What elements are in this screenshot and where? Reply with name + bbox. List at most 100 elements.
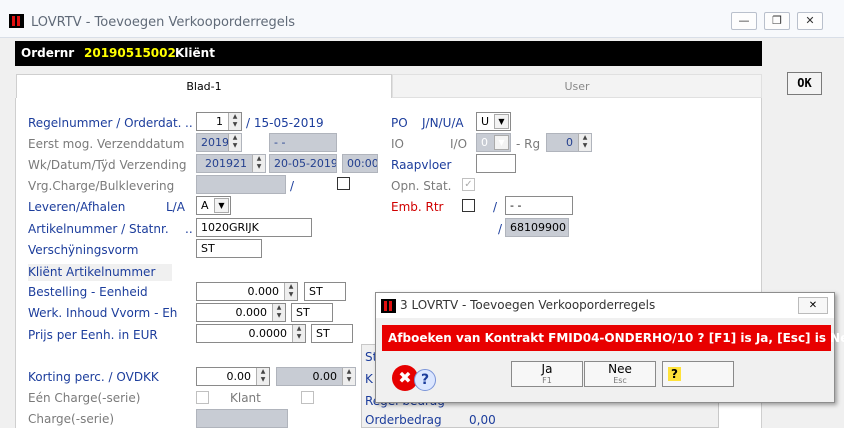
slash: / xyxy=(290,179,295,193)
spinner-arrows-icon[interactable]: ▲ ▼ xyxy=(252,155,265,172)
question-icon: ? xyxy=(414,369,436,391)
wk-week-stepper[interactable]: 201921 ▲ ▼ xyxy=(196,154,266,173)
regelnummer-stepper[interactable]: 1 ▲ ▼ xyxy=(196,112,242,131)
client-label: Kliënt xyxy=(175,46,215,60)
chevron-down-icon[interactable]: ▼ xyxy=(494,114,509,129)
ordernr-label: Ordernr xyxy=(21,46,75,60)
wk-time-field[interactable]: 00:00 xyxy=(342,154,378,173)
io-select: 0 ▼ xyxy=(476,133,511,152)
eerst-week-stepper: 201900 ▲ ▼ xyxy=(196,133,242,152)
dialog-message: Afboeken van Kontrakt FMID04-ONDERHO/10 … xyxy=(382,325,844,351)
app-icon xyxy=(381,299,396,313)
klient-artikel-label: Kliënt Artikelnummer xyxy=(28,264,173,281)
ja-label: Ja xyxy=(541,362,553,376)
wk-date-field[interactable]: 20-05-2019 xyxy=(269,154,337,173)
artikel-input[interactable]: 1020GRIJK xyxy=(196,218,312,237)
tab-user[interactable]: User xyxy=(392,74,762,98)
orderbedrag-value: 0,00 xyxy=(469,413,496,427)
leveren-label: Leveren/Afhalen xyxy=(28,200,126,214)
bestelling-stepper[interactable]: 0.000 ▲ ▼ xyxy=(196,282,298,301)
dots: .. xyxy=(185,116,193,130)
dots: .. xyxy=(185,222,193,236)
een-charge-label: Eén Charge(-serie) xyxy=(28,391,141,405)
prijs-unit-field[interactable]: ST xyxy=(311,324,353,343)
order-info-bar: Ordernr 20190515002 Kliënt xyxy=(15,41,762,66)
ja-shortcut: F1 xyxy=(542,376,552,385)
emb-rtr-checkbox[interactable] xyxy=(462,199,475,212)
emb-rtr-label: Emb. Rtr xyxy=(391,200,444,214)
werk-unit-field[interactable]: ST xyxy=(291,303,333,322)
eerst-date-field: - - xyxy=(269,133,337,152)
spinner-arrows-icon[interactable]: ▲ ▼ xyxy=(228,113,241,130)
werk-stepper[interactable]: 0.000 ▲ ▼ xyxy=(196,303,286,322)
raapvloer-input[interactable] xyxy=(476,154,516,173)
rg-label: - Rg xyxy=(516,137,541,151)
minimize-button[interactable]: — xyxy=(731,12,757,30)
orderbedrag-label: Orderbedrag xyxy=(365,413,442,427)
verschijning-input[interactable]: ST xyxy=(196,239,262,258)
vrg-label: Vrg.Charge/Bulklevering xyxy=(28,179,175,193)
stat-slash: / xyxy=(498,222,503,236)
regelnummer-label: Regelnummer / Orderdat. xyxy=(28,116,182,130)
help-button[interactable]: ? xyxy=(662,361,734,387)
charge-serie-label: Charge(-serie) xyxy=(28,412,115,426)
spinner-arrows-icon[interactable]: ▲ ▼ xyxy=(292,325,305,342)
spinner-arrows-icon[interactable]: ▲ ▼ xyxy=(272,304,285,321)
bestelling-unit-field[interactable]: ST xyxy=(304,282,346,301)
close-button[interactable]: ✕ xyxy=(797,12,823,30)
chevron-down-icon[interactable]: ▼ xyxy=(214,198,229,213)
wk-label: Wk/Datum/Tÿd Verzending xyxy=(28,158,187,172)
ovdkk-stepper: 0.00 ▲ ▼ xyxy=(276,367,356,386)
korting-label: Korting perc. / OVDKK xyxy=(28,370,159,384)
prijs-label: Prijs per Eenh. in EUR xyxy=(28,328,158,342)
opn-stat-checkbox-checkmark-icon: ✓ xyxy=(462,178,475,191)
spinner-arrows-icon[interactable]: ▲ ▼ xyxy=(256,368,269,385)
verschijning-label: Verschÿningsvorm xyxy=(28,243,139,257)
korting-stepper[interactable]: 0.00 ▲ ▼ xyxy=(196,367,270,386)
io-sub-label: I/O xyxy=(450,137,468,151)
bestelling-label: Bestelling - Eenheid xyxy=(28,285,148,299)
spinner-arrows-icon: ▲ ▼ xyxy=(578,134,591,151)
tab-blad-1[interactable]: Blad-1 xyxy=(16,74,392,98)
spinner-arrows-icon: ▲ ▼ xyxy=(342,368,355,385)
bulklevering-checkbox[interactable] xyxy=(337,177,350,190)
po-label: PO xyxy=(391,116,408,130)
rg-stepper: 0 ▲ ▼ xyxy=(546,133,592,152)
confirm-dialog: 3 LOVRTV - Toevoegen Verkooporderregels … xyxy=(375,292,844,403)
eerst-label: Eerst mog. Verzenddatum xyxy=(28,137,185,151)
nee-shortcut: Esc xyxy=(613,376,627,385)
app-icon xyxy=(9,14,24,28)
opn-stat-label: Opn. Stat. xyxy=(391,179,452,193)
spinner-arrows-icon[interactable]: ▲ ▼ xyxy=(284,283,297,300)
orderdatum-value: / 15-05-2019 xyxy=(246,116,324,130)
restore-button[interactable]: ❐ xyxy=(764,12,790,30)
een-charge-checkbox xyxy=(196,391,209,404)
po-sub-label: J/N/U/A xyxy=(422,116,464,130)
raapvloer-label: Raapvloer xyxy=(391,158,452,172)
la-label: L/A xyxy=(166,200,185,214)
leveren-select[interactable]: A ▼ xyxy=(196,196,231,215)
nee-button[interactable]: Nee Esc xyxy=(584,361,656,387)
window-title: LOVRTV - Toevoegen Verkooporderregels xyxy=(31,15,296,30)
ordernr-value: 20190515002 xyxy=(84,46,176,60)
io-label: IO xyxy=(391,137,404,151)
charge-serie-field xyxy=(196,409,288,428)
emb-date-field[interactable]: - - xyxy=(505,196,573,215)
prijs-stepper[interactable]: 0.0000 ▲ ▼ xyxy=(196,324,306,343)
vrg-charge-field xyxy=(196,175,286,194)
dialog-close-button[interactable]: ✕ xyxy=(798,297,828,314)
werk-label: Werk. Inhoud Vvorm - Eh xyxy=(28,306,178,320)
statnr-field: 68109900 xyxy=(505,218,569,237)
klant-label: Klant xyxy=(230,391,261,405)
po-select[interactable]: U ▼ xyxy=(476,112,511,131)
summary-k-label: K xyxy=(365,372,373,386)
spinner-arrows-icon: ▲ ▼ xyxy=(228,134,241,151)
dialog-title: 3 LOVRTV - Toevoegen Verkooporderregels xyxy=(400,298,656,312)
help-icon: ? xyxy=(668,367,681,381)
nee-label: Nee xyxy=(608,362,632,376)
ok-button[interactable]: OK xyxy=(787,72,822,95)
ja-button[interactable]: Ja F1 xyxy=(511,361,583,387)
klant-checkbox xyxy=(301,391,314,404)
chevron-down-icon: ▼ xyxy=(494,135,509,150)
emb-slash: / xyxy=(493,200,498,214)
